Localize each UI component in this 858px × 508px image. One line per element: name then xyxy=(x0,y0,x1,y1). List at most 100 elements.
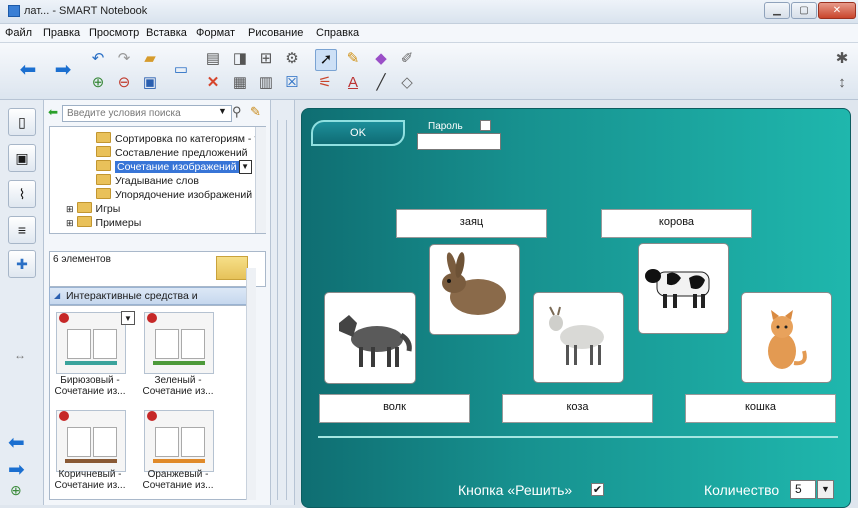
attachments-icon[interactable]: ⌇ xyxy=(8,180,36,208)
magic-pen-icon[interactable]: ✐ xyxy=(397,49,417,69)
goat-image[interactable] xyxy=(533,292,624,383)
panel-splitter[interactable] xyxy=(271,100,295,505)
addons-icon[interactable]: ✚ xyxy=(8,250,36,278)
grid-icon[interactable]: ▥ xyxy=(256,73,276,93)
password-checkbox[interactable] xyxy=(480,120,491,131)
folder-icon xyxy=(96,188,111,199)
collapse-icon[interactable]: ◢ xyxy=(54,288,60,304)
screen-shade-icon[interactable]: ◨ xyxy=(230,49,250,69)
gallery-tools-icon[interactable]: ✎ xyxy=(250,104,261,120)
word-label[interactable]: коза xyxy=(502,394,653,423)
chevron-down-icon[interactable]: ▼ xyxy=(238,160,252,175)
tree-item[interactable]: Угадывание слов xyxy=(96,174,199,187)
folder-icon xyxy=(96,146,111,157)
item-count-box: 6 элементов xyxy=(49,251,266,287)
close-tool-icon[interactable]: ☒ xyxy=(282,73,302,93)
delete-page-icon[interactable]: ⊖ xyxy=(114,73,134,93)
item-count: 6 элементов xyxy=(53,254,111,265)
text-icon[interactable]: A xyxy=(343,73,363,93)
properties-icon[interactable]: ≡ xyxy=(8,216,36,244)
menu-file[interactable]: Файл xyxy=(5,27,32,39)
group-header[interactable]: ◢ Интерактивные средства и мультиме... xyxy=(49,287,256,318)
pen-icon[interactable]: ✎ xyxy=(343,49,363,69)
wolf-image[interactable] xyxy=(324,292,416,384)
menu-help[interactable]: Справка xyxy=(316,27,359,39)
creative-pen-icon[interactable]: ⚟ xyxy=(315,73,335,93)
word-label[interactable]: кошка xyxy=(685,394,836,423)
save-icon[interactable]: ▣ xyxy=(140,73,160,93)
thumbnail-grid: ▼ Бирюзовый - Сочетание из... Зеленый - Со… xyxy=(49,268,256,500)
tree-item[interactable]: Сортировка по категориям - т xyxy=(96,132,259,145)
minimize-button[interactable]: ▁ xyxy=(764,2,790,19)
menu-insert[interactable]: Вставка xyxy=(146,27,187,39)
tree-item[interactable]: ⊞ Игры xyxy=(66,202,120,215)
add-page-icon[interactable]: ⊕ xyxy=(10,482,22,499)
tree-item[interactable]: ⊞ Примеры xyxy=(66,216,141,229)
search-icon[interactable]: ⚲ xyxy=(232,104,242,120)
gallery-back-icon[interactable]: ⬅ xyxy=(48,105,58,119)
tools-icon[interactable]: ⚙ xyxy=(282,49,302,69)
new-page-icon[interactable]: ⊕ xyxy=(88,73,108,93)
thumb-card xyxy=(93,329,117,359)
tree-item[interactable]: Упорядочение изображений xyxy=(96,188,252,201)
undo-icon[interactable]: ↶ xyxy=(88,49,108,69)
title-bar: лат... - SMART Notebook ▁ ▢ ✕ xyxy=(0,0,858,24)
word-label[interactable]: волк xyxy=(319,394,470,423)
thumbnail-label: Бирюзовый - Сочетание из... xyxy=(54,375,126,397)
paste-icon[interactable]: ▤ xyxy=(203,49,223,69)
cat-image[interactable] xyxy=(741,292,832,383)
menu-bar: Файл Правка Просмотр Вставка Формат Рисо… xyxy=(0,24,858,43)
thumbnail-turquoise[interactable]: ▼ xyxy=(56,311,135,374)
forward-arrow-icon[interactable]: ➡ xyxy=(53,60,73,80)
open-folder-icon[interactable]: ▰ xyxy=(140,49,160,69)
thumbnail-label: Оранжевый - Сочетание из... xyxy=(142,469,214,491)
menu-edit[interactable]: Правка xyxy=(43,27,80,39)
redo-icon[interactable]: ↷ xyxy=(114,49,134,69)
solve-button-label: Кнопка «Решить» xyxy=(458,482,573,498)
ok-button[interactable]: OK xyxy=(311,120,405,146)
line-icon[interactable]: ╱ xyxy=(371,73,391,93)
delete-icon[interactable]: ✕ xyxy=(203,73,223,93)
thumbnail-orange[interactable] xyxy=(144,410,214,472)
word-label[interactable]: корова xyxy=(601,209,752,238)
select-arrow-icon[interactable]: ➚ xyxy=(315,49,337,71)
table-icon[interactable]: ▦ xyxy=(230,73,250,93)
menu-draw[interactable]: Рисование xyxy=(248,27,303,39)
screen-icon[interactable]: ▭ xyxy=(171,60,191,80)
gallery-scrollbar[interactable] xyxy=(246,268,256,500)
thumbnail-brown[interactable] xyxy=(56,410,126,472)
resize-icon[interactable]: ↔ xyxy=(14,348,26,362)
prev-page-icon[interactable]: ⬅ xyxy=(8,430,25,455)
menu-format[interactable]: Формат xyxy=(196,27,235,39)
expand-icon[interactable]: ⊞ xyxy=(66,218,74,228)
expand-icon[interactable]: ⊞ xyxy=(66,204,74,214)
page-sorter-icon[interactable]: ▯ xyxy=(8,108,36,136)
tree-item-selected[interactable]: Сочетание изображений ▼ xyxy=(96,160,252,175)
search-input[interactable]: Введите условия поиска xyxy=(62,105,232,122)
splitter-handle[interactable] xyxy=(277,120,287,500)
count-select[interactable]: 5 xyxy=(790,480,816,499)
next-page-icon[interactable]: ➡ xyxy=(8,457,25,482)
maximize-button[interactable]: ▢ xyxy=(791,2,817,19)
back-arrow-icon[interactable]: ⬅ xyxy=(18,60,38,80)
chevron-down-icon[interactable]: ▼ xyxy=(817,480,834,499)
password-input[interactable] xyxy=(417,133,501,150)
search-dropdown-icon[interactable]: ▼ xyxy=(218,106,227,116)
solve-checkbox[interactable]: ✔ xyxy=(591,483,604,496)
eraser-icon[interactable]: ◆ xyxy=(371,49,391,69)
word-label[interactable]: заяц xyxy=(396,209,547,238)
tree-scrollbar[interactable] xyxy=(255,127,266,233)
chevron-down-icon[interactable]: ▼ xyxy=(121,311,135,325)
close-button[interactable]: ✕ xyxy=(818,2,856,19)
rabbit-image[interactable] xyxy=(429,244,520,335)
move-toolbar-icon[interactable]: ↕ xyxy=(832,73,852,93)
cow-image[interactable] xyxy=(638,243,729,334)
settings-icon[interactable]: ✱ xyxy=(832,49,852,69)
thumbnail-green[interactable] xyxy=(144,312,214,374)
full-screen-icon[interactable]: ⊞ xyxy=(256,49,276,69)
fill-icon[interactable]: ◇ xyxy=(397,73,417,93)
gallery-icon[interactable]: ▣ xyxy=(8,144,36,172)
menu-view[interactable]: Просмотр xyxy=(89,27,139,39)
tree-item[interactable]: Составление предложений xyxy=(96,146,248,159)
thumb-card xyxy=(181,329,205,359)
